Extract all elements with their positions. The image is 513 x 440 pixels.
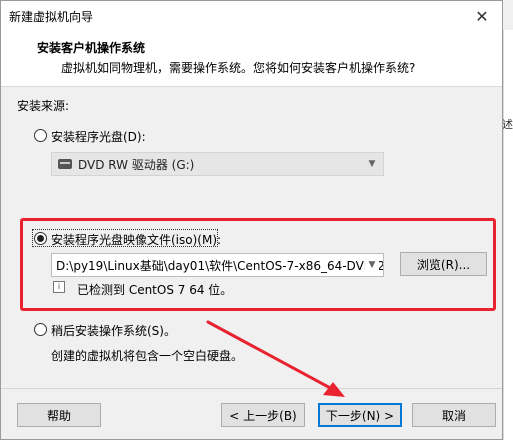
optical-disc-label[interactable]: 安装程序光盘(D): <box>51 128 146 145</box>
back-button[interactable]: < 上一步(B) <box>221 403 305 427</box>
radio-optical-disc[interactable] <box>34 129 47 142</box>
page-title: 安装客户机操作系统 <box>37 41 146 55</box>
title-bar: 新建虚拟机向导 ✕ <box>1 1 502 31</box>
close-button[interactable]: ✕ <box>462 1 502 31</box>
footer-divider <box>1 388 502 389</box>
install-later-note: 创建的虚拟机将包含一个空白硬盘。 <box>51 349 244 363</box>
help-button[interactable]: 帮助 <box>17 403 101 427</box>
annotation-highlight-box <box>20 218 496 311</box>
chevron-down-icon: ▼ <box>368 159 376 169</box>
install-source-label: 安装来源: <box>17 99 70 113</box>
background-edge-text: 述 <box>502 118 513 131</box>
dvd-drive-value: DVD RW 驱动器 (G:) <box>78 157 195 172</box>
wizard-header: 安装客户机操作系统 虚拟机如同物理机，需要操作系统。您将如何安装客户机操作系统? <box>1 31 502 87</box>
window-title: 新建虚拟机向导 <box>9 9 94 24</box>
page-subtitle: 虚拟机如同物理机，需要操作系统。您将如何安装客户机操作系统? <box>61 61 416 75</box>
background-window-edge: 述 <box>502 30 513 440</box>
radio-install-later[interactable] <box>34 323 47 336</box>
dvd-drive-select[interactable]: DVD RW 驱动器 (G:) ▼ <box>51 152 384 176</box>
close-icon: ✕ <box>475 6 489 26</box>
next-button[interactable]: 下一步(N) > <box>318 403 402 427</box>
dvd-drive-icon <box>58 159 72 169</box>
install-later-label[interactable]: 稍后安装操作系统(S)。 <box>51 322 176 339</box>
cancel-button[interactable]: 取消 <box>412 403 496 427</box>
